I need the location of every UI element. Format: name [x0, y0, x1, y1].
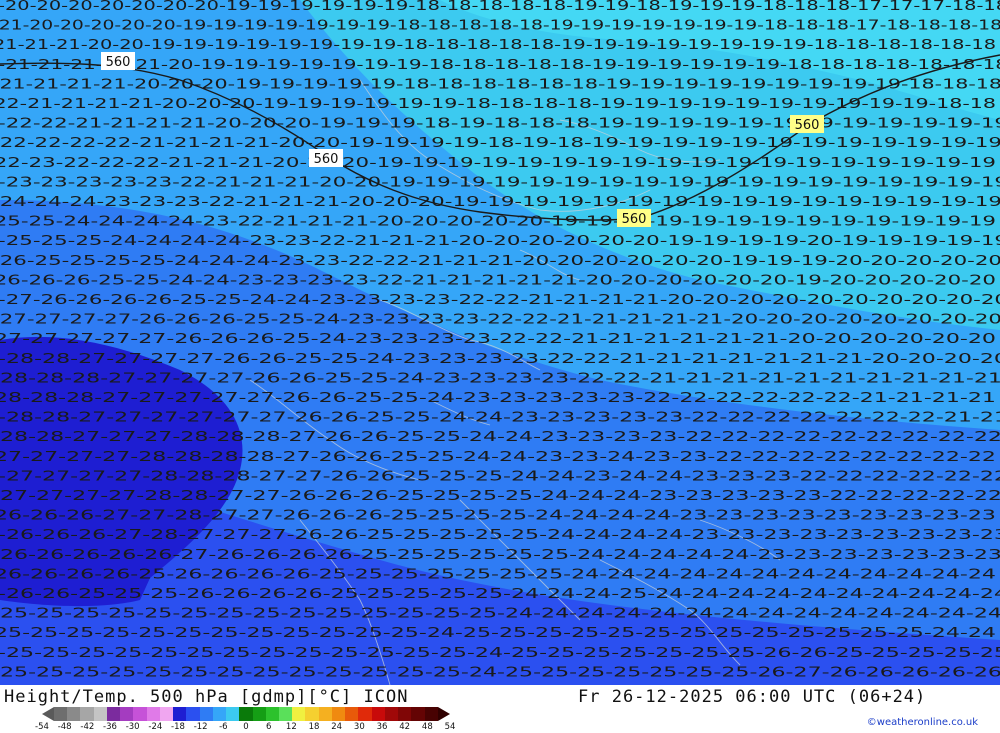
legend-swatch — [80, 707, 94, 721]
contour-label-560: 560 — [622, 212, 647, 227]
temperature-row: -27-27-27-27-28-28-28-28-27-26-26-25-25-… — [0, 450, 996, 465]
legend-swatch — [358, 707, 372, 721]
legend-tick-label: 6 — [265, 722, 272, 732]
temperature-row: -28-28-28-27-27-27-27-27-26-26-25-25-24-… — [0, 391, 996, 406]
temperature-row: -27-27-27-27-28-28-27-27-26-26-26-25-25-… — [0, 489, 1000, 504]
legend-swatch — [106, 707, 121, 721]
temperature-row: -28-28-28-27-27-27-27-26-26-25-25-24-23-… — [0, 371, 1000, 386]
legend-tick-label: 12 — [285, 722, 297, 732]
legend-tick-label: -6 — [219, 722, 228, 732]
legend-swatch — [278, 707, 293, 721]
temperature-row: -26-26-26-25-25-24-24-23-23-23-23-22-21-… — [0, 273, 996, 288]
legend-ticks: -54 -48 -42 -36 -30 -24 -18 -12 -6 0 6 12 18 24 30 36 42… — [30, 722, 462, 732]
temperature-row: -26-26-25-25-25-26-26-26-26-25-25-25-25-… — [0, 587, 1000, 602]
legend-arrow-left — [30, 707, 54, 721]
legend-swatch — [199, 707, 213, 721]
legend-swatch — [226, 707, 240, 721]
legend-arrow-right — [437, 707, 462, 721]
map-title: Height/Temp. 500 hPa [gdmp][°C] ICON — [4, 687, 409, 707]
legend-swatch — [186, 707, 200, 721]
legend-tick-label: -24 — [148, 722, 163, 732]
temperature-row: -21-20-20-20-20-20-19-19-19-19-19-19-19-… — [0, 19, 1000, 34]
legend-swatch — [305, 707, 319, 721]
legend-swatch — [398, 707, 412, 721]
legend-swatch — [345, 707, 359, 721]
temperature-row: -27-26-26-26-26-25-25-24-24-23-23-23-23-… — [0, 293, 1000, 308]
temperature-row: -22-22-21-21-21-21-20-20-20-19-19-19-18-… — [0, 117, 1000, 132]
legend-swatch — [54, 707, 68, 721]
legend-tick-label: -12 — [193, 722, 208, 732]
temperature-row: -22-23-22-22-22-21-21-21-20-20-20-19-19-… — [0, 156, 996, 171]
legend-swatch — [331, 707, 346, 721]
legend-tick-label: 18 — [308, 722, 320, 732]
temperature-row: -25-25-25-25-25-25-25-25-25-25-25-25-25-… — [0, 607, 1000, 622]
legend-swatch — [159, 707, 174, 721]
temperature-row: -26-26-26-26-25-26-26-26-26-25-25-25-25-… — [0, 567, 996, 582]
credit-link[interactable]: ©weatheronline.co.uk — [867, 717, 978, 728]
temperature-labels: -20-20-20-20-20-20-20-19-19-19-19-19-19-… — [0, 0, 1000, 680]
legend-tick-label: 36 — [376, 722, 388, 732]
forecast-datetime: Fr 26-12-2025 06:00 UTC (06+24) — [578, 687, 927, 707]
temperature-row: -21-21-21-21-21-20-19-19-19-19-19-19-19-… — [0, 58, 1000, 73]
legend-tick-label: 0 — [243, 722, 249, 732]
temperature-row: -25-25-25-25-25-25-25-25-25-25-25-25-25-… — [0, 646, 1000, 661]
color-legend: -54 -48 -42 -36 -30 -24 -18 -12 -6 0 6 12 18 24 30 36 42… — [30, 707, 462, 732]
legend-swatch — [120, 707, 134, 721]
legend-swatch — [411, 707, 425, 721]
legend-swatch — [371, 707, 385, 721]
legend-tick-label: -54 — [35, 722, 49, 732]
legend-tick-label: 48 — [421, 722, 433, 732]
temperature-row: -28-28-27-27-27-28-28-28-27-26-26-25-25-… — [0, 430, 1000, 445]
temperature-row: -21-21-21-21-20-20-20-19-19-19-19-19-18-… — [0, 77, 1000, 92]
legend-swatch — [318, 707, 332, 721]
contour-label-560: 560 — [314, 152, 339, 167]
legend-swatch — [146, 707, 160, 721]
legend-tick-label: 30 — [353, 722, 365, 732]
legend-color-bar — [30, 707, 462, 721]
contour-label-560: 560 — [795, 118, 820, 133]
legend-tick-label: 42 — [399, 722, 411, 732]
legend-tick-label: -48 — [57, 722, 72, 732]
map-footer: Height/Temp. 500 hPa [gdmp][°C] ICON Fr … — [0, 685, 1000, 733]
temperature-row: -28-28-27-27-27-27-26-26-25-25-24-23-23-… — [0, 352, 1000, 367]
temperature-row: -26-26-26-26-26-27-26-26-26-26-25-25-25-… — [0, 548, 1000, 563]
temperature-row: -22-21-21-21-21-20-20-20-19-19-19-19-19-… — [0, 97, 996, 112]
legend-tick-label: -36 — [103, 722, 117, 732]
legend-swatch — [133, 707, 147, 721]
temperature-row: -27-27-27-27-26-26-26-25-25-24-23-23-23-… — [0, 313, 1000, 328]
weather-map: -20-20-20-20-20-20-20-19-19-19-19-19-19-… — [0, 0, 1000, 685]
legend-swatch — [384, 707, 399, 721]
temperature-row: -26-25-25-25-25-24-24-24-23-23-22-22-21-… — [0, 254, 1000, 269]
legend-tick-label: -18 — [171, 722, 185, 732]
contour-label-560: 560 — [106, 55, 131, 70]
legend-swatch — [67, 707, 81, 721]
temperature-row: -27-27-27-27-27-26-26-26-25-24-23-23-23-… — [0, 332, 996, 347]
legend-tick-label: 54 — [444, 722, 456, 732]
legend-swatch — [239, 707, 253, 721]
legend-swatch — [265, 707, 279, 721]
legend-swatch — [212, 707, 227, 721]
map-canvas: -20-20-20-20-20-20-20-19-19-19-19-19-19-… — [0, 0, 1000, 685]
temperature-row: -23-23-23-23-23-22-21-21-21-20-20-19-19-… — [0, 175, 1000, 190]
temperature-row: -20-20-20-20-20-20-20-19-19-19-19-19-19-… — [0, 0, 1000, 14]
legend-swatch — [93, 707, 107, 721]
legend-tick-label: 24 — [331, 722, 343, 732]
legend-swatch — [252, 707, 266, 721]
temperature-row: -25-25-25-25-25-25-25-25-25-25-25-25-25-… — [0, 665, 1000, 680]
legend-tick-label: -30 — [125, 722, 140, 732]
legend-tick-label: -42 — [80, 722, 95, 732]
temperature-row: -24-24-24-23-23-23-22-21-21-21-20-20-20-… — [0, 195, 1000, 210]
temperature-row: -25-25-25-24-24-24-24-23-23-22-21-21-21-… — [0, 234, 1000, 249]
temperature-row: -21-21-21-20-20-19-19-19-19-19-19-19-19-… — [0, 38, 996, 53]
temperature-row: -25-25-24-24-24-24-23-22-21-21-21-20-20-… — [0, 215, 996, 230]
legend-swatch — [424, 707, 438, 721]
temperature-row: -25-25-25-25-25-25-25-25-25-25-25-25-24-… — [0, 626, 996, 641]
temperature-row: -26-26-26-27-28-27-27-27-26-26-25-25-25-… — [0, 528, 1000, 543]
legend-swatch — [292, 707, 306, 721]
temperature-row: -26-26-26-27-27-28-27-27-26-26-26-25-25-… — [0, 509, 996, 524]
temperature-row: -28-28-27-27-27-27-27-27-26-26-25-25-24-… — [0, 411, 1000, 426]
temperature-row: -22-22-22-22-21-21-21-21-20-20-19-19-19-… — [0, 136, 1000, 151]
temperature-row: -27-27-27-27-28-28-28-27-27-26-26-25-25-… — [0, 469, 1000, 484]
legend-swatch — [173, 707, 187, 721]
